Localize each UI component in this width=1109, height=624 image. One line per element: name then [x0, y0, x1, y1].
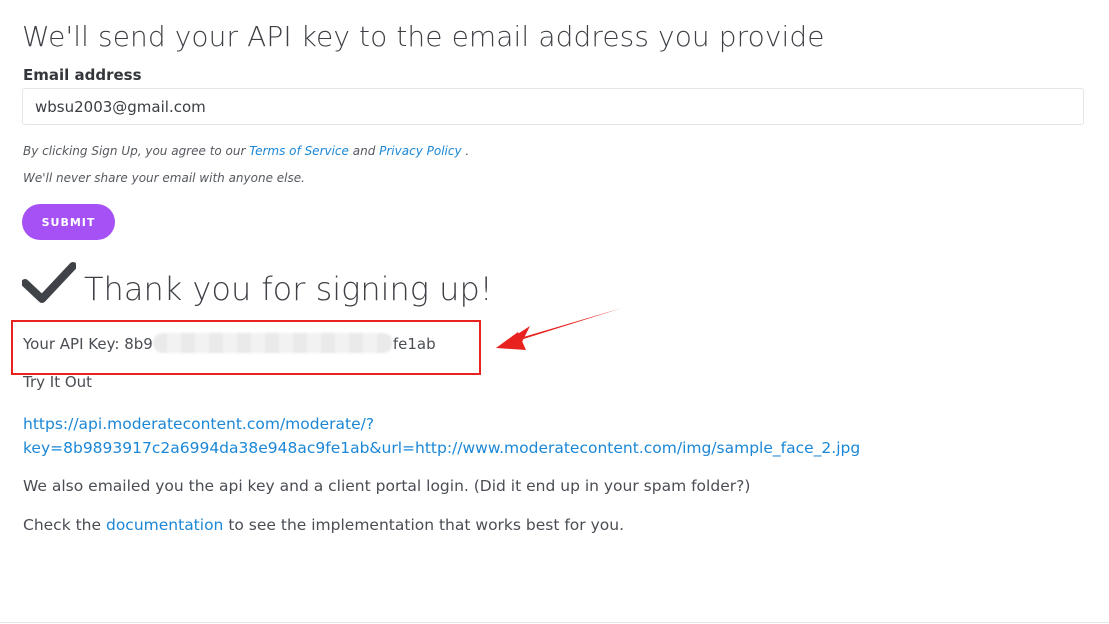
privacy-policy-link[interactable]: Privacy Policy: [379, 144, 461, 158]
annotation-highlight-box: [11, 320, 481, 375]
consent-suffix: .: [461, 144, 470, 158]
documentation-note: Check the documentation to see the imple…: [23, 516, 624, 534]
consent-prefix: By clicking Sign Up, you agree to our: [23, 144, 250, 158]
sample-request-link[interactable]: https://api.moderatecontent.com/moderate…: [23, 412, 1023, 460]
page-title: We'll send your API key to the email add…: [22, 20, 825, 53]
consent-and: and: [348, 144, 380, 158]
email-field[interactable]: [22, 88, 1084, 125]
sample-link-line1: https://api.moderatecontent.com/moderate…: [23, 415, 375, 433]
docs-suffix: to see the implementation that works bes…: [223, 516, 624, 534]
sample-link-line2: key=8b9893917c2a6994da38e948ac9fe1ab&url…: [23, 439, 861, 457]
docs-prefix: Check the: [23, 516, 106, 534]
bottom-divider: [0, 622, 1109, 623]
terms-of-service-link[interactable]: Terms of Service: [249, 144, 349, 158]
emailed-notice: We also emailed you the api key and a cl…: [23, 477, 751, 495]
checkmark-icon: [22, 262, 76, 303]
privacy-note: We'll never share your email with anyone…: [23, 171, 305, 185]
submit-button[interactable]: SUBMIT: [22, 204, 115, 240]
email-label: Email address: [23, 66, 142, 84]
documentation-link[interactable]: documentation: [106, 516, 223, 534]
thank-you-heading: Thank you for signing up!: [84, 270, 493, 308]
red-arrow-icon: [496, 308, 622, 350]
try-it-out-label: Try It Out: [23, 373, 93, 391]
consent-text: By clicking Sign Up, you agree to our Te…: [23, 144, 469, 158]
